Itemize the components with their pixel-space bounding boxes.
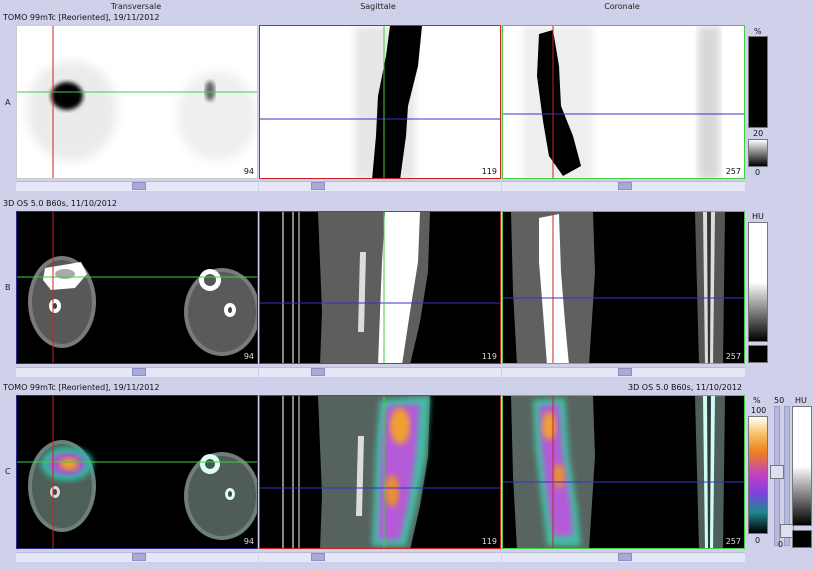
- scrollbar-sagittal-a[interactable]: [259, 181, 501, 191]
- pet-colorbar-c[interactable]: [748, 416, 768, 534]
- blend-value-c: 50: [774, 396, 785, 405]
- slice-number: 119: [481, 167, 497, 176]
- slice-number: 119: [481, 352, 497, 361]
- blend-slider-thumb[interactable]: [770, 465, 784, 479]
- scrollbar-coronal-b[interactable]: [502, 367, 745, 377]
- scroll-thumb[interactable]: [618, 368, 632, 376]
- coronal-view-a[interactable]: 257: [502, 25, 745, 179]
- grayscale-ramp-a: [748, 139, 768, 167]
- slice-number: 257: [725, 167, 741, 176]
- sagittal-view-c[interactable]: 119: [259, 395, 501, 549]
- ct-transverse-image: [17, 212, 257, 363]
- scroll-thumb[interactable]: [132, 368, 146, 376]
- scroll-thumb[interactable]: [311, 553, 325, 561]
- scroll-thumb[interactable]: [618, 182, 632, 190]
- ct-window-b: [748, 345, 768, 363]
- hu-unit-c: HU: [795, 396, 807, 405]
- scrollbar-sagittal-c[interactable]: [259, 552, 501, 562]
- scroll-thumb[interactable]: [618, 553, 632, 561]
- sagittal-view-a[interactable]: 119: [259, 25, 501, 179]
- ct-colorbar-b[interactable]: [748, 222, 768, 342]
- blend-min-c: 0: [778, 540, 784, 549]
- transverse-view-b[interactable]: 94: [16, 211, 258, 364]
- coronal-view-b[interactable]: 257: [502, 211, 745, 364]
- scroll-thumb[interactable]: [311, 368, 325, 376]
- row-letter-c: C: [5, 467, 11, 476]
- header-sagittal: Sagittale: [360, 2, 396, 11]
- scale-max-c: 100: [751, 406, 767, 415]
- ct-coronal-image: [503, 212, 744, 363]
- nm-sagittal-image: [260, 26, 500, 178]
- sagittal-view-b[interactable]: 119: [259, 211, 501, 364]
- nm-transverse-image: [17, 26, 257, 178]
- ct-colorbar-c[interactable]: [792, 406, 812, 526]
- scrollbar-transverse-c[interactable]: [16, 552, 258, 562]
- transverse-view-a[interactable]: 94: [16, 25, 258, 179]
- slice-number: 94: [243, 537, 254, 546]
- scrollbar-transverse-a[interactable]: [16, 181, 258, 191]
- scrollbar-sagittal-b[interactable]: [259, 367, 501, 377]
- scale-min-c: 0: [755, 536, 761, 545]
- series-label-c: TOMO 99mTc [Reoriented], 19/11/2012: [3, 383, 160, 392]
- scale-unit-c: %: [753, 396, 761, 405]
- slice-number: 257: [725, 537, 741, 546]
- header-transverse: Transversale: [110, 2, 162, 11]
- series-label-b: 3D OS 5.0 B60s, 11/10/2012: [3, 199, 118, 208]
- scrollbar-coronal-c[interactable]: [502, 552, 745, 562]
- slice-number: 119: [481, 537, 497, 546]
- scrollbar-transverse-b[interactable]: [16, 367, 258, 377]
- scroll-thumb[interactable]: [132, 553, 146, 561]
- scale-min-a: 0: [755, 168, 761, 177]
- ct-window-c: [792, 530, 812, 548]
- slice-number: 94: [243, 352, 254, 361]
- fusion-sagittal-image: [260, 396, 500, 548]
- ct-sagittal-image: [260, 212, 500, 363]
- scroll-thumb[interactable]: [311, 182, 325, 190]
- scale-unit-a: %: [754, 27, 762, 36]
- row-letter-a: A: [5, 98, 11, 107]
- transverse-view-c[interactable]: 94: [16, 395, 258, 549]
- series-label-a: TOMO 99mTc [Reoriented], 19/11/2012: [3, 13, 160, 22]
- scrollbar-coronal-a[interactable]: [502, 181, 745, 191]
- slice-number: 94: [243, 167, 254, 176]
- series-label-c-right: 3D OS 5.0 B60s, 11/10/2012: [628, 383, 743, 392]
- coronal-view-c[interactable]: 257: [502, 395, 745, 549]
- slice-number: 257: [725, 352, 741, 361]
- nm-coronal-image: [503, 26, 744, 178]
- grayscale-colorbar-a[interactable]: [748, 36, 768, 128]
- row-letter-b: B: [5, 283, 11, 292]
- fusion-coronal-image: [503, 396, 744, 548]
- scroll-thumb[interactable]: [132, 182, 146, 190]
- header-coronal: Coronale: [604, 2, 640, 11]
- fusion-transverse-image: [17, 396, 257, 548]
- scale-value-a: 20: [753, 129, 764, 138]
- scale-unit-b: HU: [752, 212, 764, 221]
